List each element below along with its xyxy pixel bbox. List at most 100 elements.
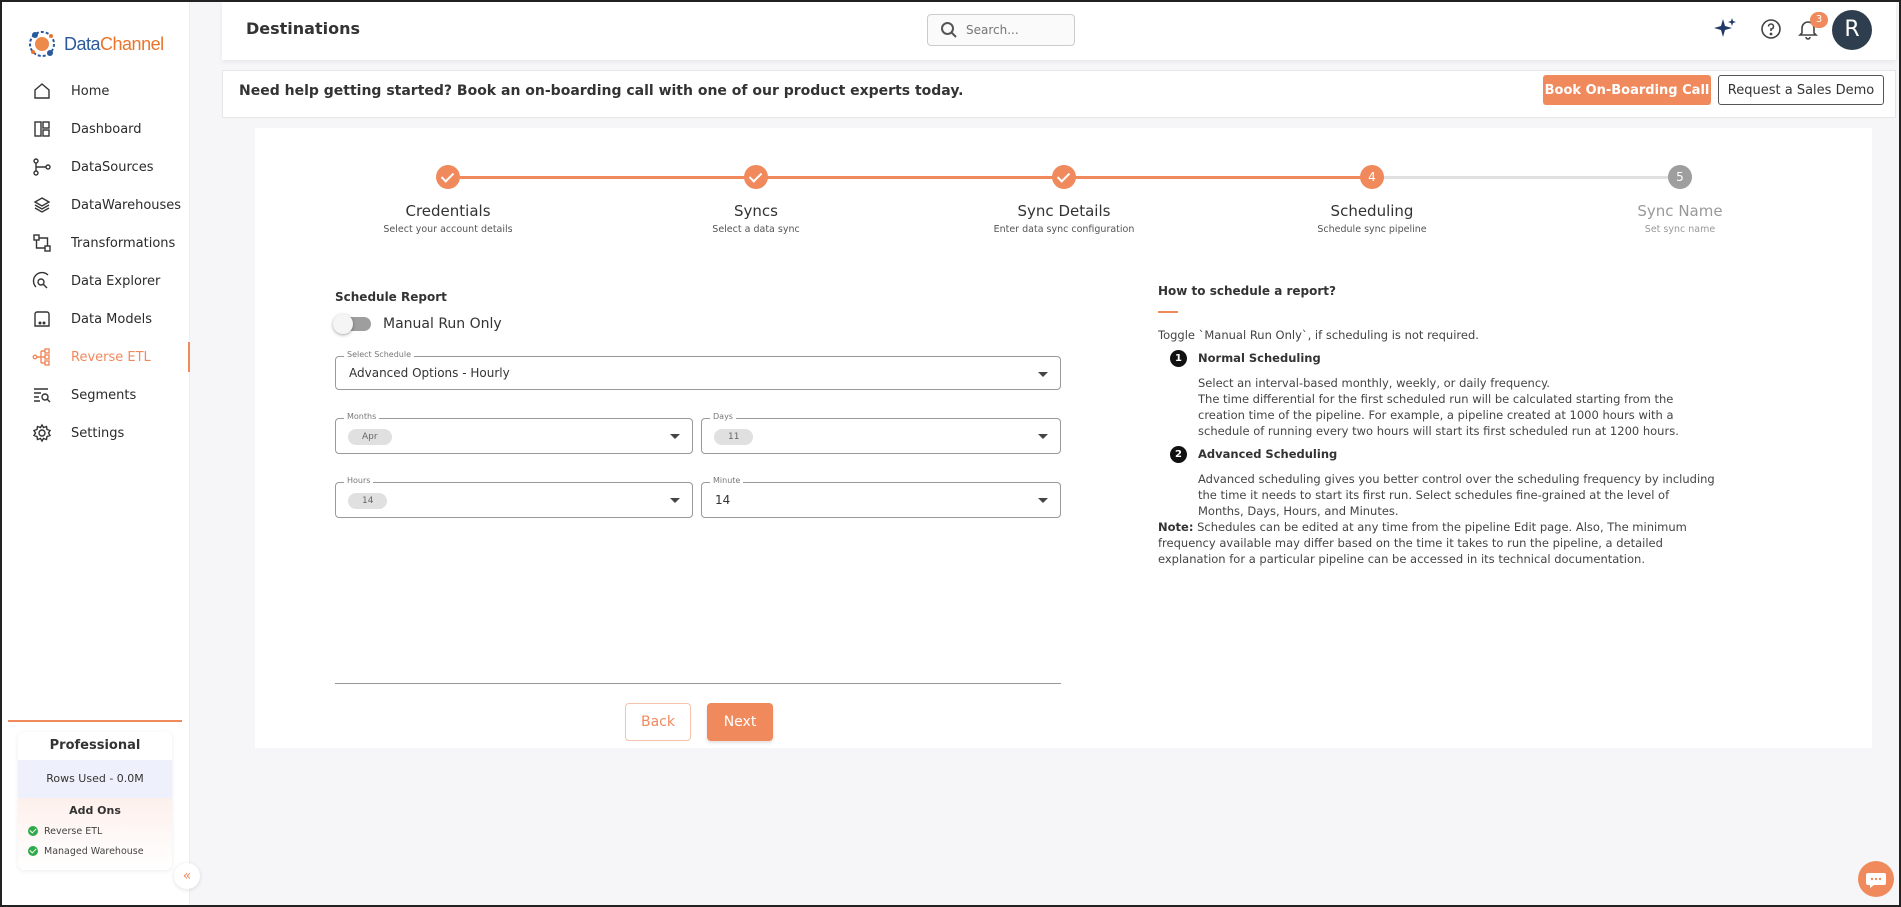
field-value: Advanced Options - Hourly (349, 366, 510, 380)
logo[interactable]: DataChannel (2, 2, 189, 66)
sidebar-item-reverse-etl[interactable]: Reverse ETL (2, 338, 190, 376)
sidebar-item-label: Home (71, 83, 110, 99)
help-circle-icon[interactable] (1758, 16, 1784, 42)
avatar[interactable]: R (1832, 10, 1872, 50)
note-label: Note: (1158, 520, 1194, 534)
selected-chip[interactable]: 14 (348, 493, 388, 509)
hours-select[interactable]: Hours 14 (335, 476, 693, 518)
manual-run-toggle[interactable] (333, 314, 371, 334)
help-section-heading: 2 Advanced Scheduling (1158, 445, 1718, 463)
step-scheduling[interactable]: 4 Scheduling Schedule sync pipeline (1252, 165, 1492, 235)
search-box[interactable] (927, 14, 1075, 46)
field-label: Select Schedule (344, 350, 414, 359)
sidebar-item-label: Data Explorer (71, 273, 161, 289)
step-number: 5 (1668, 165, 1692, 189)
brand-name: DataChannel (64, 33, 164, 54)
selected-chip[interactable]: 11 (714, 429, 754, 445)
section-number: 1 (1170, 349, 1187, 367)
addon-item: Reverse ETL (18, 821, 172, 841)
search-icon (941, 22, 957, 38)
step-subtitle: Set sync name (1644, 224, 1716, 235)
manual-run-label: Manual Run Only (383, 316, 502, 332)
step-subtitle: Enter data sync configuration (993, 224, 1135, 235)
sidebar-item-datawarehouses[interactable]: DataWarehouses (2, 186, 189, 224)
section-title: Advanced Scheduling (1198, 447, 1338, 461)
back-button[interactable]: Back (625, 703, 691, 741)
explorer-icon (32, 271, 49, 289)
sidebar-item-label: Transformations (71, 235, 176, 251)
form-title: Schedule Report (335, 290, 447, 304)
sidebar-item-segments[interactable]: Segments (2, 376, 189, 414)
check-icon (1052, 165, 1076, 189)
next-button[interactable]: Next (707, 703, 773, 741)
caret-down-icon (1038, 498, 1048, 503)
step-label: Sync Details (1017, 202, 1111, 220)
select-schedule-dropdown[interactable]: Select Schedule Advanced Options - Hourl… (335, 350, 1061, 390)
help-note: Note: Schedules can be edited at any tim… (1158, 519, 1718, 567)
plan-card: Professional Rows Used - 0.0M Add Ons Re… (18, 732, 172, 870)
step-credentials[interactable]: Credentials Select your account details (328, 165, 568, 235)
section-text: Select an interval-based monthly, weekly… (1198, 376, 1550, 390)
help-section-heading: 1 Normal Scheduling (1158, 349, 1718, 367)
sidebar-item-home[interactable]: Home (2, 72, 189, 110)
home-icon (34, 83, 50, 99)
search-input[interactable] (966, 23, 1066, 37)
field-label: Months (344, 412, 380, 421)
collapse-sidebar-button[interactable]: « (174, 863, 200, 889)
step-subtitle: Schedule sync pipeline (1317, 224, 1427, 235)
step-label: Syncs (734, 202, 778, 220)
step-sync-name[interactable]: 5 Sync Name Set sync name (1560, 165, 1800, 235)
sidebar-item-label: DataWarehouses (71, 197, 182, 213)
help-banner: Need help getting started? Book an on-bo… (222, 70, 1896, 118)
section-text: Advanced scheduling gives you better con… (1198, 472, 1715, 518)
main-card: Credentials Select your account details … (255, 128, 1872, 748)
sidebar-nav: Home Dashboard DataSources DataWarehouse… (2, 72, 190, 452)
manual-run-row: Manual Run Only (333, 314, 1061, 334)
book-onboarding-call-button[interactable]: Book On-Boarding Call (1543, 75, 1711, 105)
step-number: 4 (1360, 165, 1384, 189)
step-sync-details[interactable]: Sync Details Enter data sync configurati… (944, 165, 1184, 235)
selected-chip[interactable]: Apr (348, 429, 392, 445)
transformations-icon (33, 234, 51, 252)
step-label: Scheduling (1330, 202, 1414, 220)
note-text: Schedules can be edited at any time from… (1158, 520, 1687, 566)
layers-icon (33, 197, 51, 213)
minute-select[interactable]: Minute 14 (701, 476, 1061, 518)
help-section-normal: 1 Normal Scheduling Select an interval-b… (1158, 349, 1718, 439)
request-sales-demo-button[interactable]: Request a Sales Demo (1718, 75, 1884, 105)
help-panel: How to schedule a report? Toggle `Manual… (1158, 283, 1718, 567)
check-icon (744, 165, 768, 189)
section-text: The time differential for the first sche… (1198, 392, 1679, 438)
months-select[interactable]: Months Apr (335, 412, 693, 454)
chat-button[interactable] (1858, 861, 1894, 897)
field-label: Days (710, 412, 736, 421)
step-syncs[interactable]: Syncs Select a data sync (636, 165, 876, 235)
help-title-underline (1158, 311, 1178, 313)
dashboard-icon (34, 121, 50, 137)
days-select[interactable]: Days 11 (701, 412, 1061, 454)
header: Destinations 3 R (222, 2, 1896, 60)
sidebar-item-label: Dashboard (71, 121, 142, 137)
addon-item: Managed Warehouse (18, 841, 172, 861)
step-subtitle: Select a data sync (712, 224, 800, 235)
sidebar-item-datasources[interactable]: DataSources (2, 148, 189, 186)
sidebar-item-dashboard[interactable]: Dashboard (2, 110, 189, 148)
sparkle-icon[interactable] (1712, 16, 1738, 42)
section-title: Normal Scheduling (1198, 351, 1321, 365)
notification-badge: 3 (1810, 12, 1828, 28)
step-label: Credentials (405, 202, 491, 220)
sidebar-item-data-explorer[interactable]: Data Explorer (2, 262, 189, 300)
sidebar-item-transformations[interactable]: Transformations (2, 224, 189, 262)
field-label: Hours (344, 476, 374, 485)
data-models-icon (34, 311, 50, 327)
help-title: How to schedule a report? (1158, 284, 1336, 298)
check-circle-icon (28, 826, 38, 836)
rows-used: Rows Used - 0.0M (18, 760, 172, 798)
addons: Add Ons Reverse ETL Managed Warehouse (18, 798, 172, 870)
sidebar-item-settings[interactable]: Settings (2, 414, 189, 452)
field-value: 14 (715, 493, 731, 507)
datasources-icon (33, 158, 51, 176)
sidebar-item-data-models[interactable]: Data Models (2, 300, 189, 338)
datachannel-logo-icon (26, 27, 58, 61)
section-body: Advanced scheduling gives you better con… (1158, 471, 1718, 519)
